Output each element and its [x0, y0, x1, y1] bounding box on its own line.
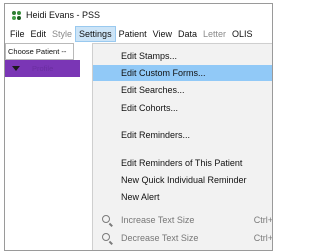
- menu-item-new-quick-reminder[interactable]: New Quick Individual Reminder: [93, 172, 272, 188]
- menu-item-edit-stamps[interactable]: Edit Stamps...: [93, 48, 272, 64]
- choose-patient-select[interactable]: Choose Patient --: [5, 43, 74, 60]
- menu-item-label: New Quick Individual Reminder: [121, 175, 247, 185]
- menu-item-label: Edit Custom Forms...: [121, 68, 206, 78]
- window-title: Heidi Evans - PSS: [26, 10, 101, 20]
- zoom-out-icon: [102, 233, 110, 241]
- app-logo-icon: [11, 10, 21, 20]
- menu-item-decrease-text-size[interactable]: Decrease Text Size Ctrl+: [93, 230, 273, 246]
- menu-item-label: Increase Text Size: [121, 215, 195, 225]
- menu-letter[interactable]: Letter: [200, 26, 229, 42]
- menu-item-shortcut: Ctrl+: [253, 215, 273, 225]
- menu-data[interactable]: Data: [175, 26, 200, 42]
- menu-item-edit-cohorts[interactable]: Edit Cohorts...: [93, 100, 272, 116]
- menu-style[interactable]: Style: [49, 26, 75, 42]
- profile-section-header[interactable]: Profile: [5, 60, 80, 77]
- chevron-down-icon: [12, 66, 20, 71]
- menu-item-increase-text-size[interactable]: Increase Text Size Ctrl+: [93, 212, 273, 228]
- menu-item-label: Edit Searches...: [121, 85, 185, 95]
- menu-item-label: New Alert: [121, 192, 160, 202]
- menu-item-edit-reminders-this-patient[interactable]: Edit Reminders of This Patient: [93, 155, 272, 171]
- menu-item-edit-searches[interactable]: Edit Searches...: [93, 82, 272, 98]
- menu-item-label: Decrease Text Size: [121, 233, 199, 243]
- menu-item-new-alert[interactable]: New Alert: [93, 189, 272, 205]
- menu-olis[interactable]: OLIS: [229, 26, 256, 42]
- app-window: Heidi Evans - PSS File Edit Style Settin…: [4, 3, 273, 251]
- menu-edit[interactable]: Edit: [28, 26, 50, 42]
- menu-item-label: Edit Stamps...: [121, 51, 178, 61]
- menu-item-label: Edit Reminders of This Patient: [121, 158, 243, 168]
- menu-item-edit-reminders[interactable]: Edit Reminders...: [93, 127, 272, 143]
- menu-view[interactable]: View: [150, 26, 175, 42]
- menu-bar: File Edit Style Settings Patient View Da…: [5, 26, 272, 42]
- menu-item-edit-custom-forms[interactable]: Edit Custom Forms...: [93, 65, 272, 81]
- menu-item-label: Edit Cohorts...: [121, 103, 179, 113]
- settings-dropdown-menu: Edit Stamps... Edit Custom Forms... Edit…: [92, 43, 273, 250]
- menu-item-shortcut: Ctrl+: [253, 233, 273, 243]
- menu-item-label: Edit Reminders...: [121, 130, 191, 140]
- profile-label: Profile: [32, 64, 54, 73]
- menu-file[interactable]: File: [7, 26, 28, 42]
- menu-patient[interactable]: Patient: [116, 26, 150, 42]
- menu-settings[interactable]: Settings: [75, 26, 116, 42]
- title-bar: Heidi Evans - PSS: [5, 4, 272, 26]
- zoom-in-icon: [102, 215, 110, 223]
